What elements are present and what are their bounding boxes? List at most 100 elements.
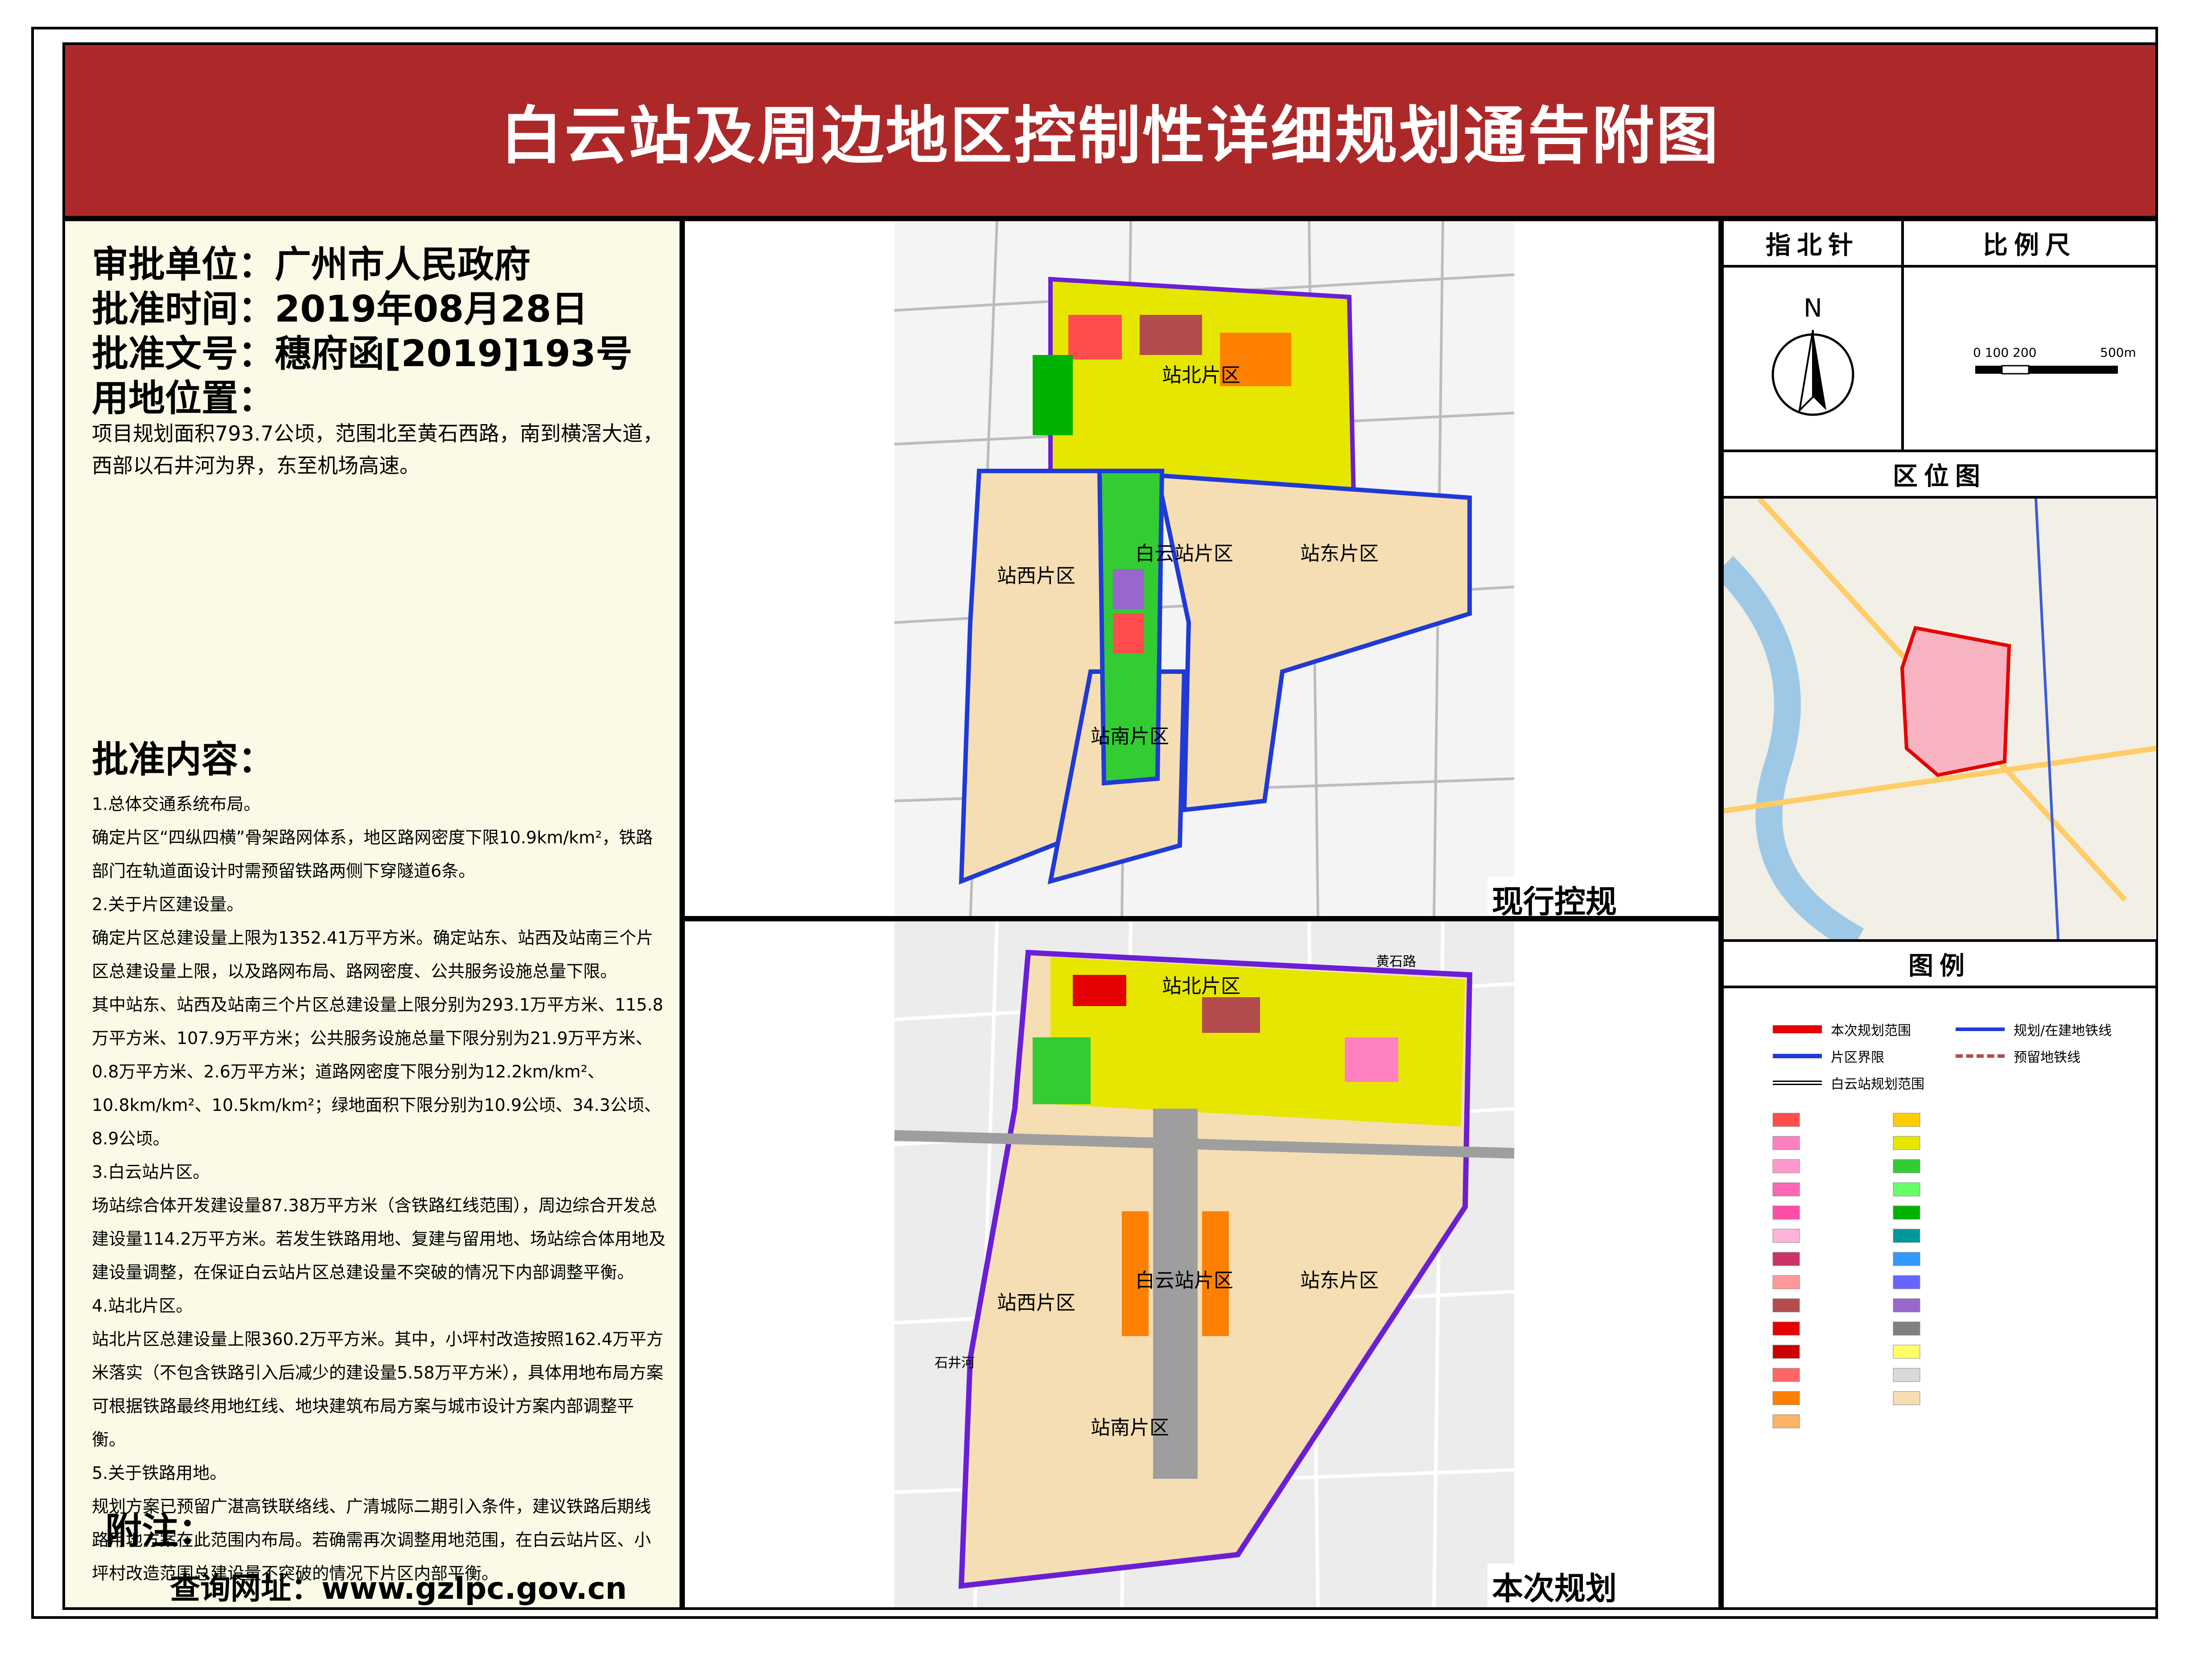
- landuse-block: [1140, 315, 1202, 355]
- road-label-shijing: 石井河: [935, 1355, 975, 1371]
- land-use-swatch: [1772, 1252, 1800, 1266]
- land-use-swatch: [1772, 1298, 1800, 1312]
- landuse-block: [1202, 997, 1260, 1033]
- current-plan-label: 现行控规: [1487, 877, 1621, 916]
- land-use-swatch: [1772, 1182, 1800, 1197]
- district-label-west: 站西片区: [997, 565, 1075, 587]
- landuse-block: [1113, 614, 1144, 654]
- location-map-box: [1714, 496, 2158, 952]
- compass-box: N: [1721, 265, 1904, 452]
- approval-paragraph: 其中站东、站西及站南三个片区总建设量上限分别为293.1万平方米、115.8万平…: [92, 995, 663, 1148]
- query-url[interactable]: www.gzlpc.gov.cn: [321, 1571, 627, 1606]
- attach-label: 附注：: [105, 1510, 215, 1552]
- location-map-heading: 区位图: [1721, 450, 2158, 499]
- landuse-block: [1113, 569, 1144, 609]
- north-arrow-icon: N: [1771, 294, 1854, 416]
- current-plan-map-panel: 站北片区 白云站片区 站东片区 站西片区 站南片区 现行控规: [682, 219, 1721, 919]
- location-line: 用地位置：: [92, 368, 275, 421]
- approval-paragraph: 1.总体交通系统布局。: [92, 794, 261, 814]
- land-use-swatch: [1893, 1113, 1920, 1127]
- legend-station-range: 白云站规划范围: [1773, 1073, 1924, 1093]
- scale-bar-icon: 0 100 200 500m: [1973, 345, 2136, 375]
- land-use-swatch: [1893, 1205, 1920, 1220]
- land-use-swatch: [1893, 1136, 1920, 1150]
- location-map: [1714, 496, 2157, 952]
- approval-paragraph: 5.关于铁路用地。: [92, 1463, 227, 1483]
- compass-heading: 指北针: [1721, 219, 1904, 268]
- legend-heading: 图例: [1721, 939, 2158, 988]
- land-use-swatch: [1772, 1136, 1800, 1150]
- landuse-block: [1073, 975, 1126, 1006]
- land-use-legend: [1772, 1113, 1920, 1428]
- road-label-huangshi: 黄石路: [1376, 954, 1416, 970]
- page-title: 白云站及周边地区控制性详细规划通告附图: [500, 99, 1720, 173]
- north-letter: N: [1804, 294, 1822, 323]
- approval-paragraph: 3.白云站片区。: [92, 1162, 210, 1182]
- land-use-swatch: [1893, 1391, 1920, 1405]
- land-use-swatch: [1772, 1345, 1800, 1359]
- scale-end: 500m: [2100, 345, 2136, 360]
- current-plan-map: 站北片区 白云站片区 站东片区 站西片区 站南片区: [894, 221, 1515, 916]
- land-use-swatch: [1893, 1229, 1920, 1243]
- district-label-north: 站北片区: [1162, 364, 1240, 387]
- district-label-south: 站南片区: [1091, 725, 1169, 748]
- land-use-swatch: [1772, 1368, 1800, 1382]
- approval-paragraph: 场站综合体开发建设量87.38万平方米（含铁路红线范围），周边综合开发总建设量1…: [92, 1196, 666, 1282]
- approval-paragraph: 站北片区总建设量上限360.2万平方米。其中，小坪村改造按照162.4万平方米落…: [92, 1329, 663, 1449]
- right-column: 指北针 比例尺 N 0 100 200 500m 区位图 图例 本次规划范围 片…: [1714, 219, 2158, 1610]
- site-highlight: [1900, 626, 2011, 777]
- info-panel: 审批单位：广州市人民政府 批准时间：2019年08月28日 批准文号：穗府函[2…: [62, 219, 682, 1610]
- approval-paragraph: 2.关于片区建设量。: [92, 895, 244, 914]
- district-label-east: 站东片区: [1300, 542, 1379, 565]
- land-use-swatch: [1893, 1321, 1920, 1336]
- scale-ticks: 0 100 200: [1973, 345, 2037, 360]
- district-label-west: 站西片区: [997, 1292, 1075, 1314]
- district-label-east: 站东片区: [1300, 1269, 1379, 1292]
- scale-heading: 比例尺: [1901, 219, 2158, 268]
- land-use-swatch: [1893, 1159, 1920, 1173]
- north-zone: [1048, 276, 1356, 500]
- land-use-swatch: [1772, 1321, 1800, 1336]
- new-plan-map: 站北片区 白云站片区 站东片区 站西片区 站南片区 黄石路 石井河: [894, 921, 1515, 1607]
- landuse-block: [1068, 315, 1122, 359]
- location-text: 项目规划面积793.7公顷，范围北至黄石西路，南到横滘大道，西部以石井河为界，东…: [92, 421, 663, 478]
- legend-plan-range: 本次规划范围: [1773, 1019, 1911, 1039]
- approval-body: 1.总体交通系统布局。 确定片区“四纵四横”骨架路网体系，地区路网密度下限10.…: [92, 788, 667, 1590]
- legend-metro-reserved: 预留地铁线: [1956, 1046, 2080, 1066]
- land-use-swatch: [1772, 1391, 1800, 1405]
- legend-district-boundary: 片区界限: [1773, 1046, 1884, 1066]
- district-label-center: 白云站片区: [1135, 1269, 1233, 1292]
- legend-box: 本次规划范围 片区界限 白云站规划范围 规划/在建地铁线 预留地铁线: [1721, 986, 2158, 1610]
- landuse-block: [1345, 1037, 1398, 1082]
- land-use-swatch: [1772, 1229, 1800, 1243]
- land-use-swatch: [1772, 1113, 1800, 1127]
- land-use-swatch: [1893, 1368, 1920, 1382]
- landuse-block: [1033, 1037, 1091, 1104]
- district-label-center: 白云站片区: [1135, 542, 1233, 565]
- district-label-south: 站南片区: [1091, 1416, 1169, 1439]
- title-bar: 白云站及周边地区控制性详细规划通告附图: [62, 42, 2158, 219]
- approval-paragraph: 4.站北片区。: [92, 1296, 193, 1316]
- land-use-swatch: [1893, 1275, 1920, 1289]
- new-plan-label: 本次规划: [1487, 1564, 1621, 1607]
- land-use-swatch: [1893, 1252, 1920, 1266]
- land-use-swatch: [1772, 1275, 1800, 1289]
- land-use-swatch: [1893, 1298, 1920, 1312]
- query-label: 查询网址：: [170, 1571, 322, 1606]
- land-use-swatch: [1893, 1345, 1920, 1359]
- location-label: 用地位置：: [92, 377, 275, 420]
- land-use-swatch: [1772, 1205, 1800, 1220]
- approval-paragraph: 确定片区总建设量上限为1352.41万平方米。确定站东、站西及站南三个片区总建设…: [92, 928, 654, 981]
- legend-metro-planned: 规划/在建地铁线: [1956, 1019, 2112, 1039]
- landuse-block: [1033, 355, 1073, 435]
- query-line: 查询网址：www.gzlpc.gov.cn: [170, 1564, 627, 1608]
- land-use-swatch: [1772, 1159, 1800, 1173]
- approval-heading: 批准内容：: [92, 739, 275, 781]
- approval-paragraph: 确定片区“四纵四横”骨架路网体系，地区路网密度下限10.9km/km²，铁路部门…: [92, 828, 653, 881]
- district-label-north: 站北片区: [1162, 975, 1240, 998]
- land-use-swatch: [1893, 1182, 1920, 1197]
- scale-box: 0 100 200 500m: [1901, 265, 2158, 452]
- new-plan-map-panel: 站北片区 白云站片区 站东片区 站西片区 站南片区 黄石路 石井河 本次规划: [682, 919, 1721, 1610]
- doc-value: 穗府函[2019]193号: [275, 333, 633, 375]
- land-use-swatch: [1772, 1414, 1800, 1428]
